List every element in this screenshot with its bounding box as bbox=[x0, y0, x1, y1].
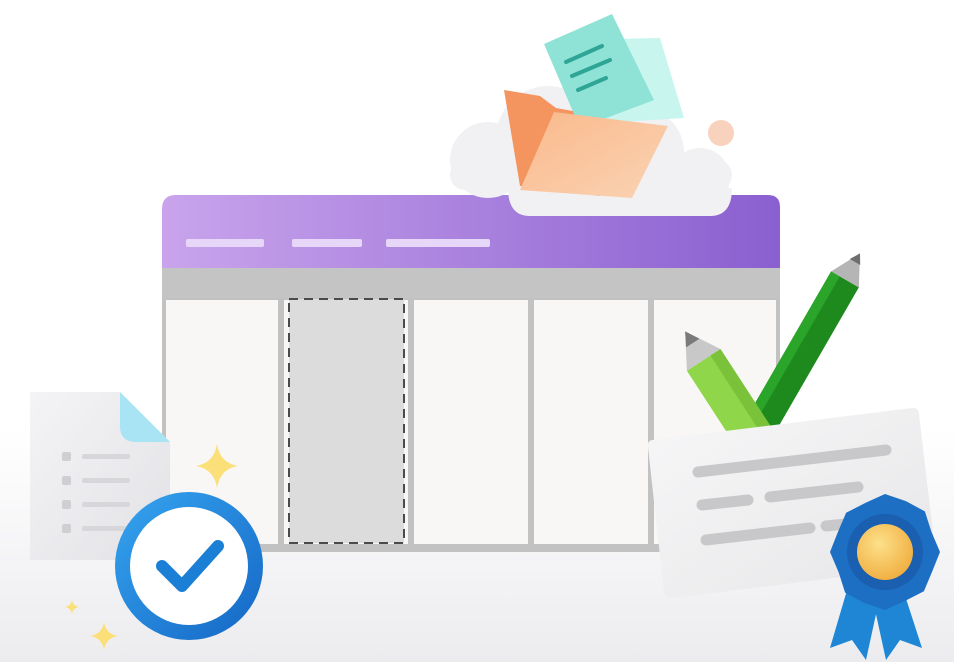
header-bar-2 bbox=[292, 239, 362, 247]
board-column-4 bbox=[534, 300, 648, 544]
illustration-canvas bbox=[0, 0, 954, 662]
drop-zone-placeholder bbox=[288, 298, 405, 544]
decor-dot bbox=[708, 120, 734, 146]
header-bar-3 bbox=[386, 239, 490, 247]
board-subheader bbox=[162, 268, 780, 298]
workflow-illustration bbox=[0, 14, 954, 662]
board-column-3 bbox=[414, 300, 528, 544]
header-bar-1 bbox=[186, 239, 264, 247]
check-circle-icon bbox=[115, 492, 263, 640]
